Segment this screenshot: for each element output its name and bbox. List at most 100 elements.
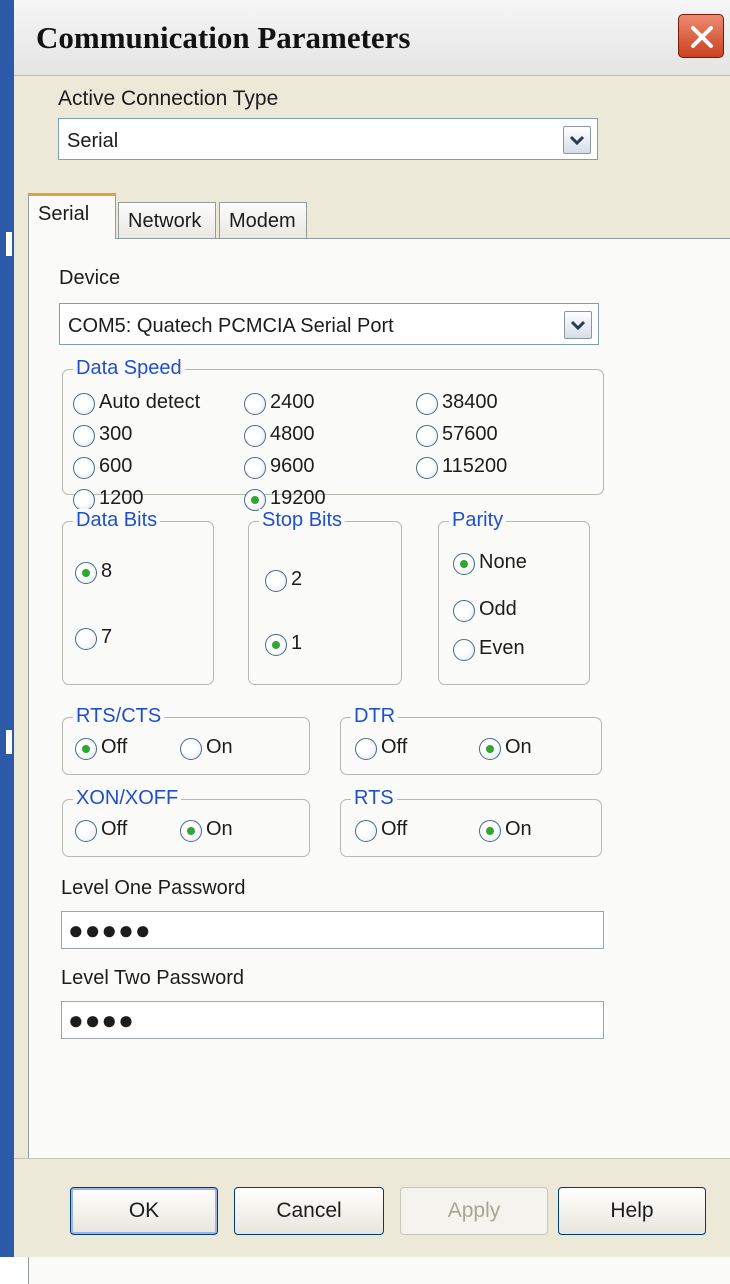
data-speed-legend: Data Speed <box>73 357 185 380</box>
radio-label: On <box>505 736 532 758</box>
radio-label: 7 <box>101 626 113 648</box>
parity-legend: Parity <box>449 509 507 532</box>
button-bar: OK Cancel Apply Help <box>14 1158 730 1257</box>
radio-circle <box>479 738 501 760</box>
radio-label: Off <box>381 818 408 840</box>
chevron-down-icon <box>571 320 585 330</box>
rts-cts-group: RTS/CTS Off On <box>62 705 310 775</box>
level-two-password-label: Level Two Password <box>61 967 245 989</box>
radio-label: 9600 <box>270 455 315 477</box>
dropdown-button[interactable] <box>564 311 592 339</box>
radio-label: 57600 <box>442 423 498 445</box>
apply-button[interactable]: Apply <box>400 1187 548 1235</box>
dtr-legend: DTR <box>351 705 399 728</box>
radio-circle <box>180 738 202 760</box>
radio-dot <box>187 827 195 835</box>
tab-modem-label: Modem <box>229 210 296 232</box>
desktop-edge-mark <box>6 730 12 754</box>
xon-xoff-legend: XON/XOFF <box>73 787 182 810</box>
chevron-down-icon <box>570 135 584 145</box>
radio-label: On <box>505 818 532 840</box>
radio-circle <box>180 820 202 842</box>
radio-circle <box>265 570 287 592</box>
title-bar[interactable]: Communication Parameters <box>14 0 730 76</box>
radio-label: Auto detect <box>99 391 201 413</box>
desktop-background-strip <box>0 0 14 1257</box>
radio-circle <box>75 628 97 650</box>
radio-circle <box>244 425 266 447</box>
device-value: COM5: Quatech PCMCIA Serial Port <box>68 315 394 337</box>
radio-label: None <box>479 551 527 573</box>
radio-label: 300 <box>99 423 133 445</box>
radio-circle <box>244 457 266 479</box>
radio-circle <box>75 738 97 760</box>
radio-label: 1 <box>291 632 303 654</box>
stop-bits-legend: Stop Bits <box>259 509 346 532</box>
stop-bits-group: Stop Bits 2 1 <box>248 509 402 685</box>
window-title: Communication Parameters <box>36 20 411 55</box>
radio-label: 2 <box>291 568 303 590</box>
radio-circle <box>73 425 95 447</box>
connection-type-section: Active Connection Type Serial <box>14 77 730 189</box>
data-speed-group: Data Speed Auto detect 2400 38400 300 48… <box>62 357 604 511</box>
tab-network[interactable]: Network <box>118 202 216 238</box>
radio-dot <box>82 745 90 753</box>
ok-button[interactable]: OK <box>70 1187 218 1235</box>
data-bits-group: Data Bits 8 7 <box>62 509 214 685</box>
radio-label: 2400 <box>270 391 315 413</box>
radio-circle <box>244 393 266 415</box>
tab-network-label: Network <box>128 210 202 232</box>
radio-circle <box>75 562 97 584</box>
radio-label: On <box>206 736 233 758</box>
dtr-group: DTR Off On <box>340 705 602 775</box>
close-button[interactable] <box>678 14 724 58</box>
cancel-button[interactable]: Cancel <box>234 1187 384 1235</box>
radio-dot <box>486 827 494 835</box>
help-button[interactable]: Help <box>558 1187 706 1235</box>
radio-label: Off <box>381 736 408 758</box>
connection-type-label: Active Connection Type <box>58 87 279 110</box>
radio-dot <box>272 641 280 649</box>
connection-type-select[interactable]: Serial <box>58 118 598 160</box>
radio-label: Off <box>101 818 128 840</box>
device-select[interactable]: COM5: Quatech PCMCIA Serial Port <box>59 303 599 345</box>
radio-circle <box>416 457 438 479</box>
level-one-password-mask: ●●●●● <box>68 915 152 945</box>
serial-tab-panel: Device COM5: Quatech PCMCIA Serial Port … <box>28 238 730 1284</box>
radio-circle <box>453 600 475 622</box>
communication-parameters-dialog: Communication Parameters Active Connecti… <box>14 0 730 1284</box>
level-two-password-input[interactable]: ●●●● <box>61 1001 604 1039</box>
radio-circle <box>453 553 475 575</box>
rts-group: RTS Off On <box>340 787 602 857</box>
radio-circle <box>75 820 97 842</box>
level-one-password-label: Level One Password <box>61 877 246 899</box>
tab-serial[interactable]: Serial <box>28 193 116 239</box>
dropdown-button[interactable] <box>563 126 591 154</box>
radio-circle <box>355 738 377 760</box>
data-bits-legend: Data Bits <box>73 509 161 532</box>
tab-serial-label: Serial <box>38 203 90 225</box>
radio-dot <box>460 560 468 568</box>
radio-label: 115200 <box>442 455 508 477</box>
level-two-password-mask: ●●●● <box>68 1005 135 1035</box>
parity-group: Parity None Odd Even <box>438 509 590 685</box>
radio-label: 19200 <box>270 487 326 509</box>
radio-circle <box>73 457 95 479</box>
rts-cts-legend: RTS/CTS <box>73 705 165 728</box>
level-one-password-input[interactable]: ●●●●● <box>61 911 604 949</box>
radio-circle <box>453 639 475 661</box>
radio-label: 600 <box>99 455 133 477</box>
close-icon <box>691 26 713 48</box>
radio-dot <box>251 496 259 504</box>
connection-type-value: Serial <box>67 130 119 152</box>
xon-xoff-group: XON/XOFF Off On <box>62 787 310 857</box>
radio-circle <box>355 820 377 842</box>
radio-label: 38400 <box>442 391 498 413</box>
radio-circle <box>244 489 266 511</box>
radio-circle <box>416 393 438 415</box>
radio-label: 4800 <box>270 423 315 445</box>
device-label: Device <box>59 267 121 289</box>
radio-circle <box>416 425 438 447</box>
radio-label: 8 <box>101 560 113 582</box>
tab-modem[interactable]: Modem <box>219 202 307 238</box>
